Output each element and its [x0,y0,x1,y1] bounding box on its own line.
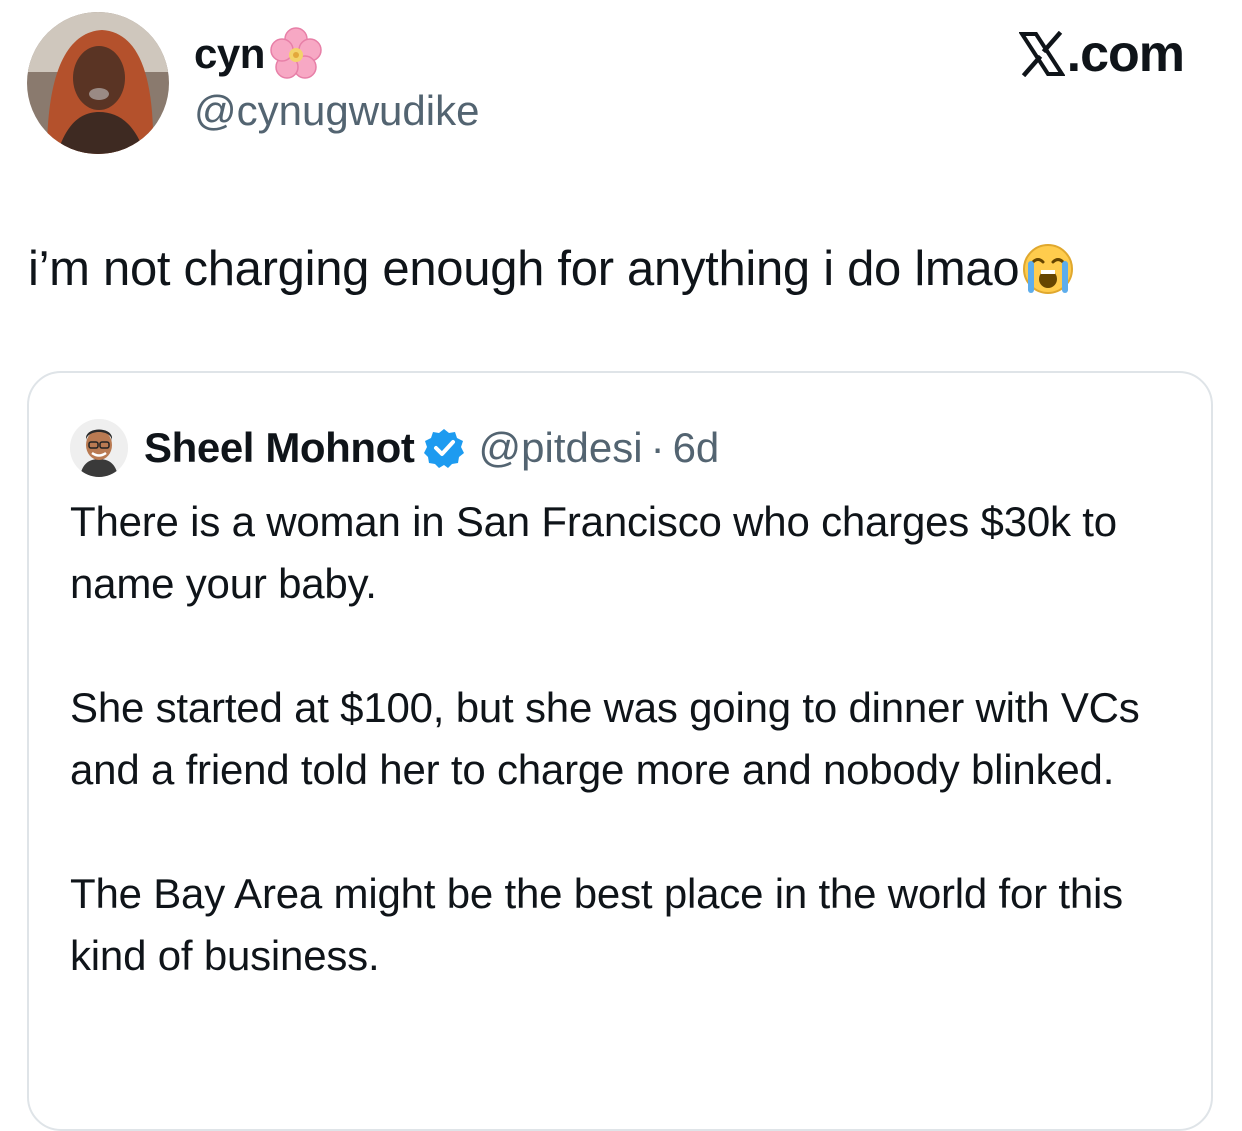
tweet-body: i’m not charging enough for anything i d… [28,242,1020,296]
quoted-header: Sheel Mohnot @pitdesi · 6d [144,419,719,477]
cherry-blossom-icon [267,25,325,83]
quoted-paragraph: The Bay Area might be the best place in … [70,870,1123,979]
quoted-display-name[interactable]: Sheel Mohnot [144,424,415,472]
author-avatar[interactable] [27,12,169,154]
verified-badge-icon [423,429,464,468]
quoted-handle[interactable]: @pitdesi [479,424,643,472]
author-handle[interactable]: @cynugwudike [194,90,479,132]
brand-text: .com [1066,25,1185,83]
quoted-body: There is a woman in San Francisco who ch… [70,491,1180,1049]
separator-dot: · [650,424,665,471]
quoted-paragraph: She started at $100, but she was going t… [70,684,1140,793]
quoted-author-avatar[interactable] [70,419,128,477]
quoted-tweet-card[interactable]: Sheel Mohnot @pitdesi · 6d There is a wo… [27,371,1213,1131]
quoted-paragraph: There is a woman in San Francisco who ch… [70,498,1117,607]
author-display-name[interactable]: cyn [194,33,265,75]
loudly-crying-face-icon [1021,242,1075,296]
tweet-text: i’m not charging enough for anything i d… [28,240,1075,298]
quoted-timestamp[interactable]: 6d [673,424,720,472]
x-logo-icon [1018,31,1065,77]
x-brand: .com [1018,25,1185,83]
